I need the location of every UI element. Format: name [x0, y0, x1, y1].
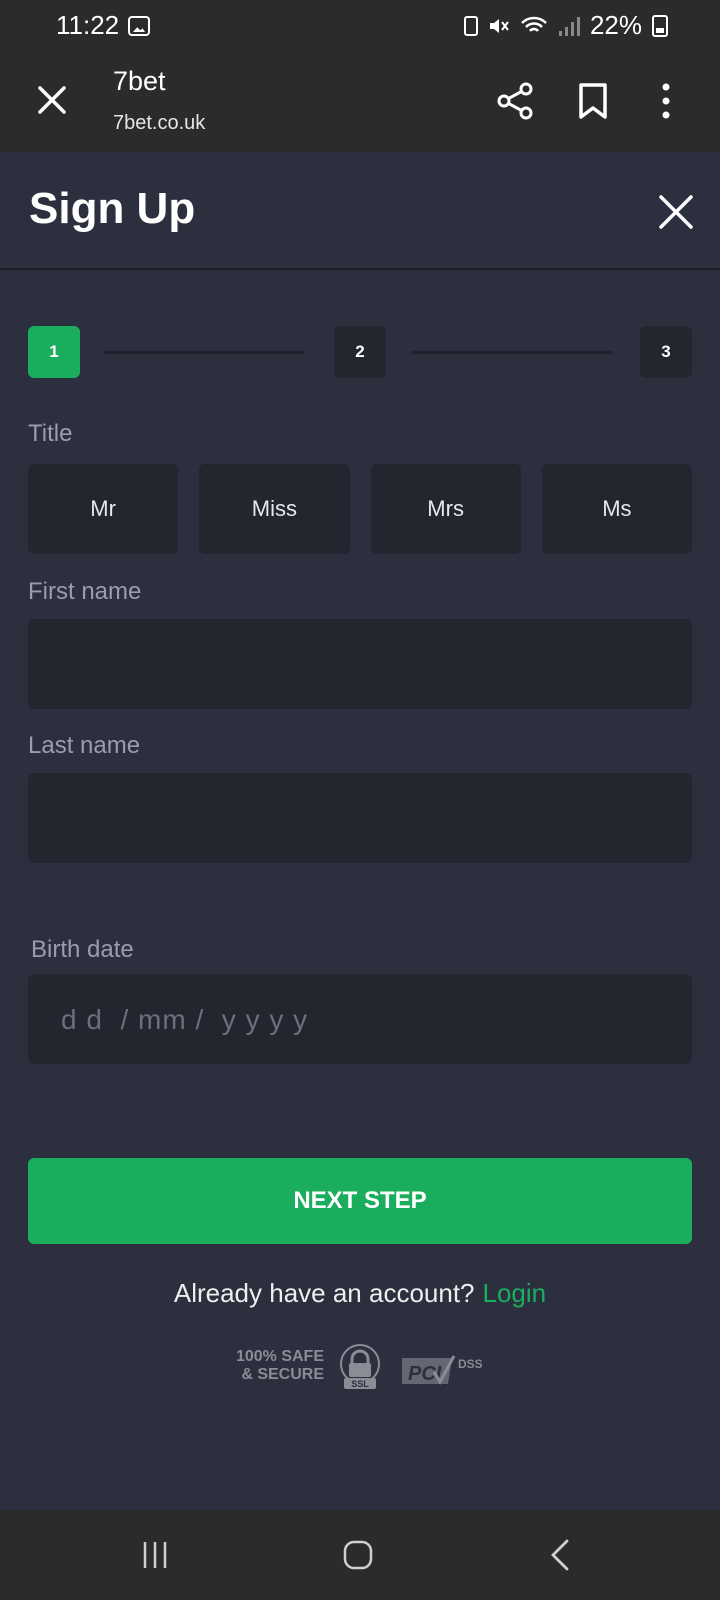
dss-text: DSS [458, 1357, 483, 1371]
title-label: Title [28, 420, 73, 447]
login-prompt: Already have an account? Login [0, 1278, 720, 1309]
home-icon[interactable] [343, 1540, 373, 1570]
birth-date-field[interactable]: d d / mm / y y y y [28, 974, 692, 1064]
battery-saver-icon [463, 15, 478, 36]
first-name-field[interactable] [28, 619, 692, 709]
close-icon[interactable] [658, 194, 694, 230]
title-option-mrs[interactable]: Mrs [370, 464, 521, 554]
next-step-button[interactable]: NEXT STEP [28, 1158, 692, 1244]
title-options: Mr Miss Mrs Ms [28, 464, 692, 554]
back-icon[interactable] [548, 1538, 572, 1572]
status-bar: 11:22 22% [0, 0, 720, 52]
step-connector [104, 351, 304, 354]
last-name-field[interactable] [28, 773, 692, 863]
signal-icon [558, 16, 580, 36]
security-badges: 100% SAFE & SECURE SSL PCI DSS [234, 1344, 494, 1392]
page-title: Sign Up [29, 184, 196, 233]
browser-url: 7bet.co.uk [113, 112, 206, 134]
birth-date-label: Birth date [31, 936, 134, 963]
last-name-label: Last name [28, 732, 141, 759]
browser-toolbar: 7bet 7bet.co.uk [0, 52, 720, 152]
safe-secure-badge: 100% SAFE & SECURE [234, 1348, 324, 1384]
step-2: 2 [334, 326, 386, 378]
first-name-label: First name [28, 578, 142, 605]
safe-secure-line-1: 100% SAFE [235, 1348, 324, 1365]
birth-date-placeholder: d d / mm / y y y y [61, 1004, 309, 1035]
login-prompt-text: Already have an account? [173, 1278, 475, 1308]
share-icon[interactable] [496, 82, 534, 120]
pci-dss-icon: PCI DSS [402, 1355, 483, 1386]
wifi-icon [521, 16, 547, 32]
signup-header: Sign Up [0, 152, 720, 270]
status-icons: 22% [463, 10, 668, 41]
bookmark-icon[interactable] [578, 82, 608, 120]
more-options-icon[interactable] [656, 82, 676, 120]
status-time: 11:22 [56, 10, 120, 40]
recent-apps-icon[interactable] [140, 1540, 170, 1570]
ssl-text: SSL [351, 1379, 369, 1389]
gallery-notification-icon [128, 16, 150, 36]
step-connector [412, 351, 612, 354]
mute-icon [489, 18, 509, 33]
progress-stepper: 1 2 3 [28, 326, 692, 380]
ssl-lock-icon: SSL [340, 1344, 380, 1389]
safe-secure-line-2: & SECURE [241, 1366, 324, 1383]
battery-percent: 22% [589, 10, 642, 40]
title-option-miss[interactable]: Miss [199, 464, 350, 554]
system-nav-bar [0, 1510, 720, 1600]
step-1: 1 [28, 326, 80, 378]
close-tab-icon[interactable] [36, 84, 68, 116]
browser-page-title: 7bet [113, 66, 166, 96]
battery-icon [652, 14, 668, 37]
login-link[interactable]: Login [483, 1278, 547, 1308]
title-option-mr[interactable]: Mr [28, 464, 179, 554]
step-3: 3 [640, 326, 692, 378]
title-option-ms[interactable]: Ms [541, 464, 692, 554]
